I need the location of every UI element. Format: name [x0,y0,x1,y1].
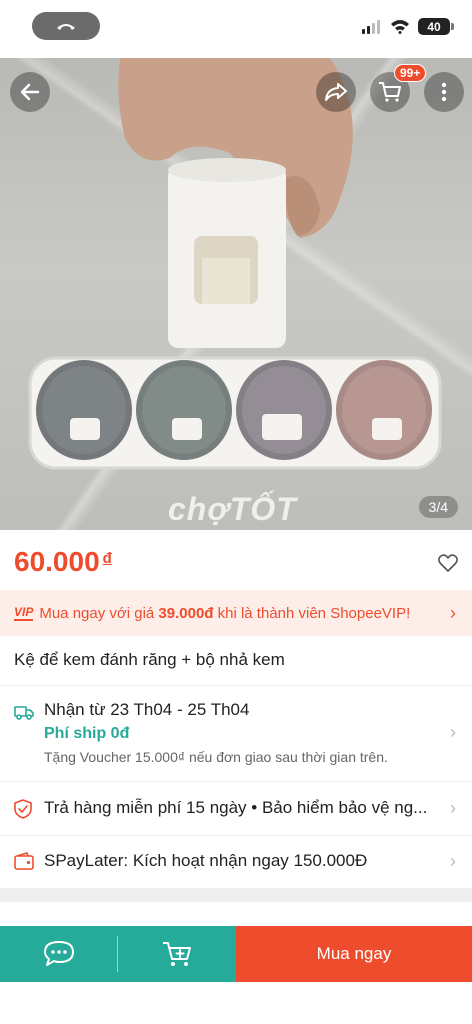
wifi-icon [391,20,409,34]
return-policy-row[interactable]: Trả hàng miễn phí 15 ngày • Bảo hiểm bảo… [0,782,472,836]
product-price: 60.000 đ [14,546,112,578]
spaylater-text: SPayLater: Kích hoạt nhận ngay 150.000Đ [44,851,368,870]
call-indicator[interactable] [32,12,100,40]
chat-button[interactable] [0,926,118,982]
chevron-right-icon: › [450,603,456,623]
truck-icon [14,706,34,720]
chevron-right-icon: › [450,851,456,871]
watermark: chợTỐT [168,491,297,527]
vip-offer-text: Mua ngay với giá 39.000đ khi là thành vi… [39,605,410,622]
add-to-cart-button[interactable] [118,926,236,982]
price-row: 60.000 đ [0,530,472,590]
vip-badge: VIP [14,605,34,621]
back-button[interactable] [10,72,50,112]
section-divider [0,888,472,902]
battery-indicator: 40 [418,18,454,35]
cart-button[interactable]: 99+ [370,64,427,112]
shield-check-icon [14,799,32,819]
vip-offer-banner[interactable]: VIP Mua ngay với giá 39.000đ khi là thàn… [0,590,472,636]
arrow-left-icon [20,83,40,101]
price-currency: đ [102,550,112,567]
cart-count-badge: 99+ [394,64,427,82]
chevron-right-icon: › [450,722,456,742]
spaylater-row[interactable]: SPayLater: Kích hoạt nhận ngay 150.000Đ … [0,836,472,888]
heart-icon[interactable] [438,554,458,572]
chat-icon [44,941,74,966]
share-icon [325,83,347,101]
vip-text-before: Mua ngay với giá [39,604,159,622]
buy-now-button[interactable]: Mua ngay [236,926,472,982]
vip-text-after: khi là thành viên ShopeeVIP! [213,604,411,622]
signal-icon [362,19,380,34]
product-photo [28,58,442,470]
bottom-action-bar: Mua ngay [0,926,472,982]
product-title: Kệ để kem đánh răng + bộ nhả kem [0,636,472,686]
price-value: 60.000 [14,546,100,577]
vip-price: 39.000đ [158,604,214,622]
chevron-right-icon: › [450,798,456,818]
share-button[interactable] [316,72,356,112]
delivery-estimate: Nhận từ 23 Th04 - 25 Th04 [44,700,250,719]
voucher-note: Tặng Voucher 15.000₫ nếu đơn giao sau th… [44,749,388,765]
return-policy-text: Trả hàng miễn phí 15 ngày • Bảo hiểm bảo… [44,798,428,817]
shipping-info[interactable]: Nhận từ 23 Th04 - 25 Th04 Phí ship 0đ Tặ… [0,686,472,782]
more-vertical-icon [441,82,447,102]
image-counter: 3/4 [418,496,458,518]
phone-icon [57,24,75,30]
cart-icon [379,82,401,102]
status-icons: 40 [362,18,454,35]
wallet-icon [14,852,34,870]
more-options-button[interactable] [424,72,464,112]
shipping-fee: Phí ship 0đ [44,725,130,742]
next-section-peek [0,902,472,926]
product-image[interactable]: 99+ chợTỐT 3/4 [0,58,472,530]
status-bar: 40 [0,0,472,58]
home-indicator-area [0,982,472,1024]
cart-plus-icon [163,942,191,966]
